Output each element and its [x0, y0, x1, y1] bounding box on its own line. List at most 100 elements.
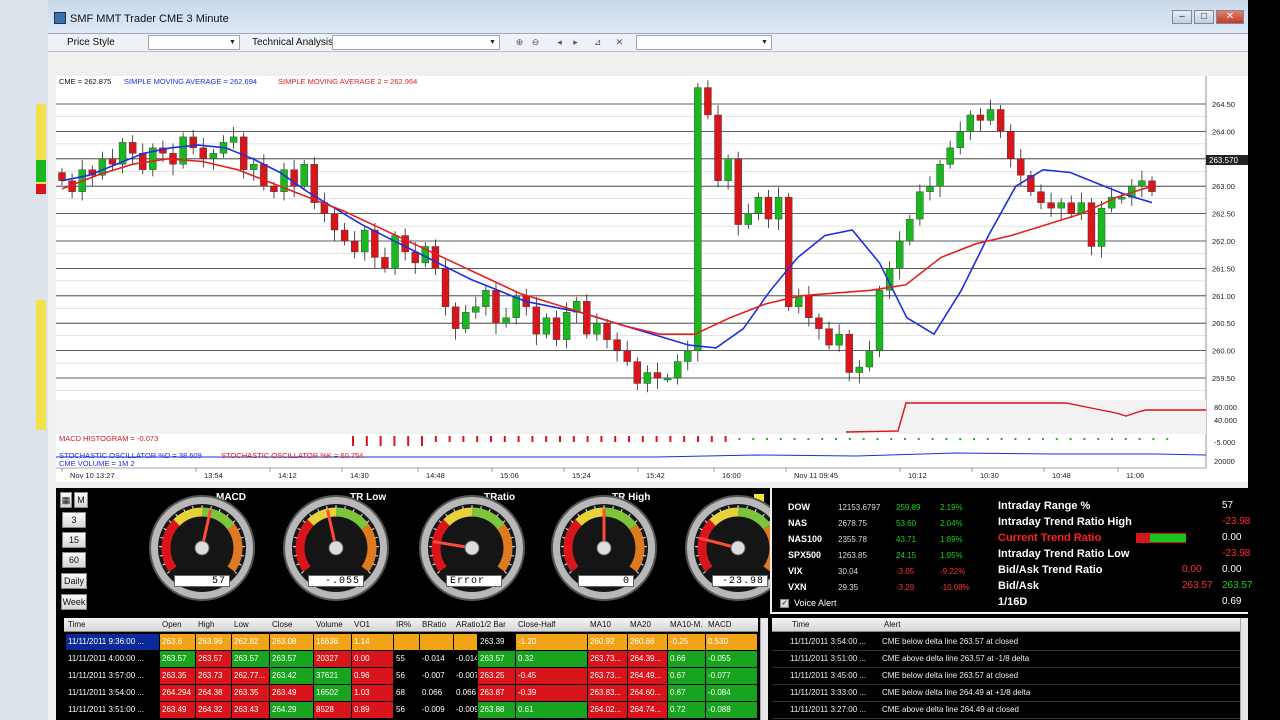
candle [300, 164, 308, 187]
candle [835, 333, 843, 346]
table-cell: 0.66 [668, 651, 705, 667]
price-axis-label: 259.50 [1212, 374, 1235, 383]
grid-column-header: MA10-M. [670, 620, 703, 629]
candles-group [58, 80, 1156, 393]
table-cell [394, 634, 419, 650]
alert-row[interactable]: 11/11/2011 3:27:00 ... CME above delta li… [772, 702, 1240, 719]
scroll-left-icon[interactable]: ◂ [552, 36, 567, 49]
table-cell: -0.088 [706, 702, 757, 718]
candle [936, 164, 944, 187]
price-axis-label: 262.00 [1212, 237, 1235, 246]
stat-value-2: 0.00 [1222, 532, 1242, 543]
data-grid[interactable]: Time Open High Low Close Volume VO1 IR% BRatio AR… [64, 618, 758, 720]
candle [1007, 131, 1015, 160]
minimize-button[interactable]: – [1172, 10, 1192, 24]
macd-bar [1000, 438, 1003, 440]
price-axis-label: 264.50 [1212, 100, 1235, 109]
gauge-tick [480, 505, 482, 510]
scroll-right-icon[interactable]: ▸ [568, 36, 583, 49]
price-chart[interactable]: 264.50264.00263.50263.00262.50262.00261.… [56, 76, 1248, 482]
table-cell: 264.294 [160, 685, 195, 701]
alerts-list[interactable]: Time Alert 11/11/2011 3:54:00 ... CME belo… [772, 618, 1240, 720]
macd-bar [973, 438, 975, 440]
zoom-out-icon[interactable]: ⊖ [528, 36, 543, 49]
candle [1097, 207, 1106, 247]
table-row[interactable]: 11/11/2011 3:51:00 ... 263.49 264.32 263.43… [64, 702, 758, 719]
table-cell: 263.57 [160, 651, 195, 667]
macd-bar [379, 436, 382, 446]
clear-icon[interactable]: ✕ [612, 36, 627, 49]
app-icon [54, 12, 66, 24]
gauge-hub [596, 540, 612, 556]
grid-column-header: VO1 [354, 620, 371, 629]
candle [1118, 196, 1126, 200]
table-cell: 263.49 [160, 702, 195, 718]
stat-label: Intraday Trend Ratio Low [998, 548, 1130, 560]
macd-bar [586, 436, 589, 442]
technical-analysis-select[interactable]: ▼ [332, 35, 500, 50]
alert-time: 11/11/2011 3:45:00 ... [790, 671, 867, 680]
close-button[interactable]: ✕ [1216, 10, 1244, 24]
macd-bar [545, 436, 548, 442]
gauge-tick [326, 505, 328, 510]
table-row[interactable]: 11/11/2011 4:00:00 ... 263.57 263.57 263.57… [64, 651, 758, 668]
candle [1138, 180, 1146, 187]
time-axis-label: 10:30 [980, 471, 999, 480]
chevron-down-icon: ▼ [489, 39, 496, 46]
table-row[interactable]: 11/11/2011 3:54:00 ... 264.294 264.38 263.3… [64, 685, 758, 702]
chevron-down-icon: ▼ [761, 39, 768, 46]
candle [381, 257, 389, 269]
grid-column-header: MA20 [630, 620, 651, 629]
maximize-button[interactable]: □ [1194, 10, 1214, 24]
gauge-value-trlow: -.055 [308, 575, 364, 587]
macd-bar [766, 438, 768, 440]
table-cell: 263.08 [270, 634, 313, 650]
gauge-tick [241, 555, 245, 557]
macd-bar [655, 436, 658, 442]
macd-histogram [352, 436, 1169, 446]
title-bar[interactable]: SMF MMT Trader CME 3 Minute – □ ✕ [48, 0, 1248, 34]
chart-fit-icon[interactable]: ⊿ [590, 36, 605, 49]
alerts-scrollbar[interactable] [1240, 618, 1248, 720]
market-symbol: NAS [788, 518, 808, 528]
table-cell: 264.38 [196, 685, 231, 701]
table-cell: 263.73... [588, 668, 627, 684]
table-cell: 11/11/2011 3:51:00 ... [66, 702, 159, 718]
table-cell: 68 [394, 685, 419, 701]
zoom-in-icon[interactable]: ⊕ [512, 36, 527, 49]
market-change: -3.05 [896, 567, 915, 576]
table-cell: 263.6 [160, 634, 195, 650]
table-cell: 263.83... [588, 685, 627, 701]
table-cell: 20327 [314, 651, 351, 667]
grid-column-header: MA10 [590, 620, 611, 629]
table-cell: 264.29 [270, 702, 313, 718]
candle [542, 317, 551, 335]
grid-scrollbar[interactable] [760, 618, 768, 720]
market-symbol: DOW [788, 502, 810, 512]
table-cell: 55 [394, 651, 419, 667]
indicator-select[interactable]: ▼ [636, 35, 772, 50]
table-cell: -0.077 [706, 668, 757, 684]
table-row[interactable]: 11/11/2011 9:36:00 ... 263.6 263.96 262.82 2… [64, 634, 758, 651]
alert-row[interactable]: 11/11/2011 3:54:00 ... CME below delta li… [772, 634, 1240, 651]
alert-row[interactable]: 11/11/2011 3:45:00 ... CME below delta li… [772, 668, 1240, 685]
macd-bar [352, 436, 354, 446]
table-cell: 0.67 [668, 685, 705, 701]
alert-row[interactable]: 11/11/2011 3:51:00 ... CME above delta li… [772, 651, 1240, 668]
table-cell: 263.87 [478, 685, 515, 701]
grid-column-header: 1/2 Bar [480, 620, 506, 629]
candle [986, 109, 995, 121]
table-cell: 0.32 [516, 651, 587, 667]
candle [724, 158, 732, 181]
time-axis-label: 15:06 [500, 471, 519, 480]
table-cell: 263.96 [196, 634, 231, 650]
table-cell: 263.57 [232, 651, 269, 667]
table-row[interactable]: 11/11/2011 3:57:00 ... 263.35 263.73 262.77… [64, 668, 758, 685]
voice-alert-checkbox[interactable]: ✓ [780, 599, 789, 608]
stat-value-1: 0.00 [1182, 564, 1202, 575]
macd-bar [1083, 438, 1086, 440]
candle [209, 153, 218, 159]
alert-row[interactable]: 11/11/2011 3:33:00 ... CME below delta li… [772, 685, 1240, 702]
price-style-select[interactable]: ▼ [148, 35, 240, 50]
price-axis-label: 260.00 [1212, 347, 1235, 356]
